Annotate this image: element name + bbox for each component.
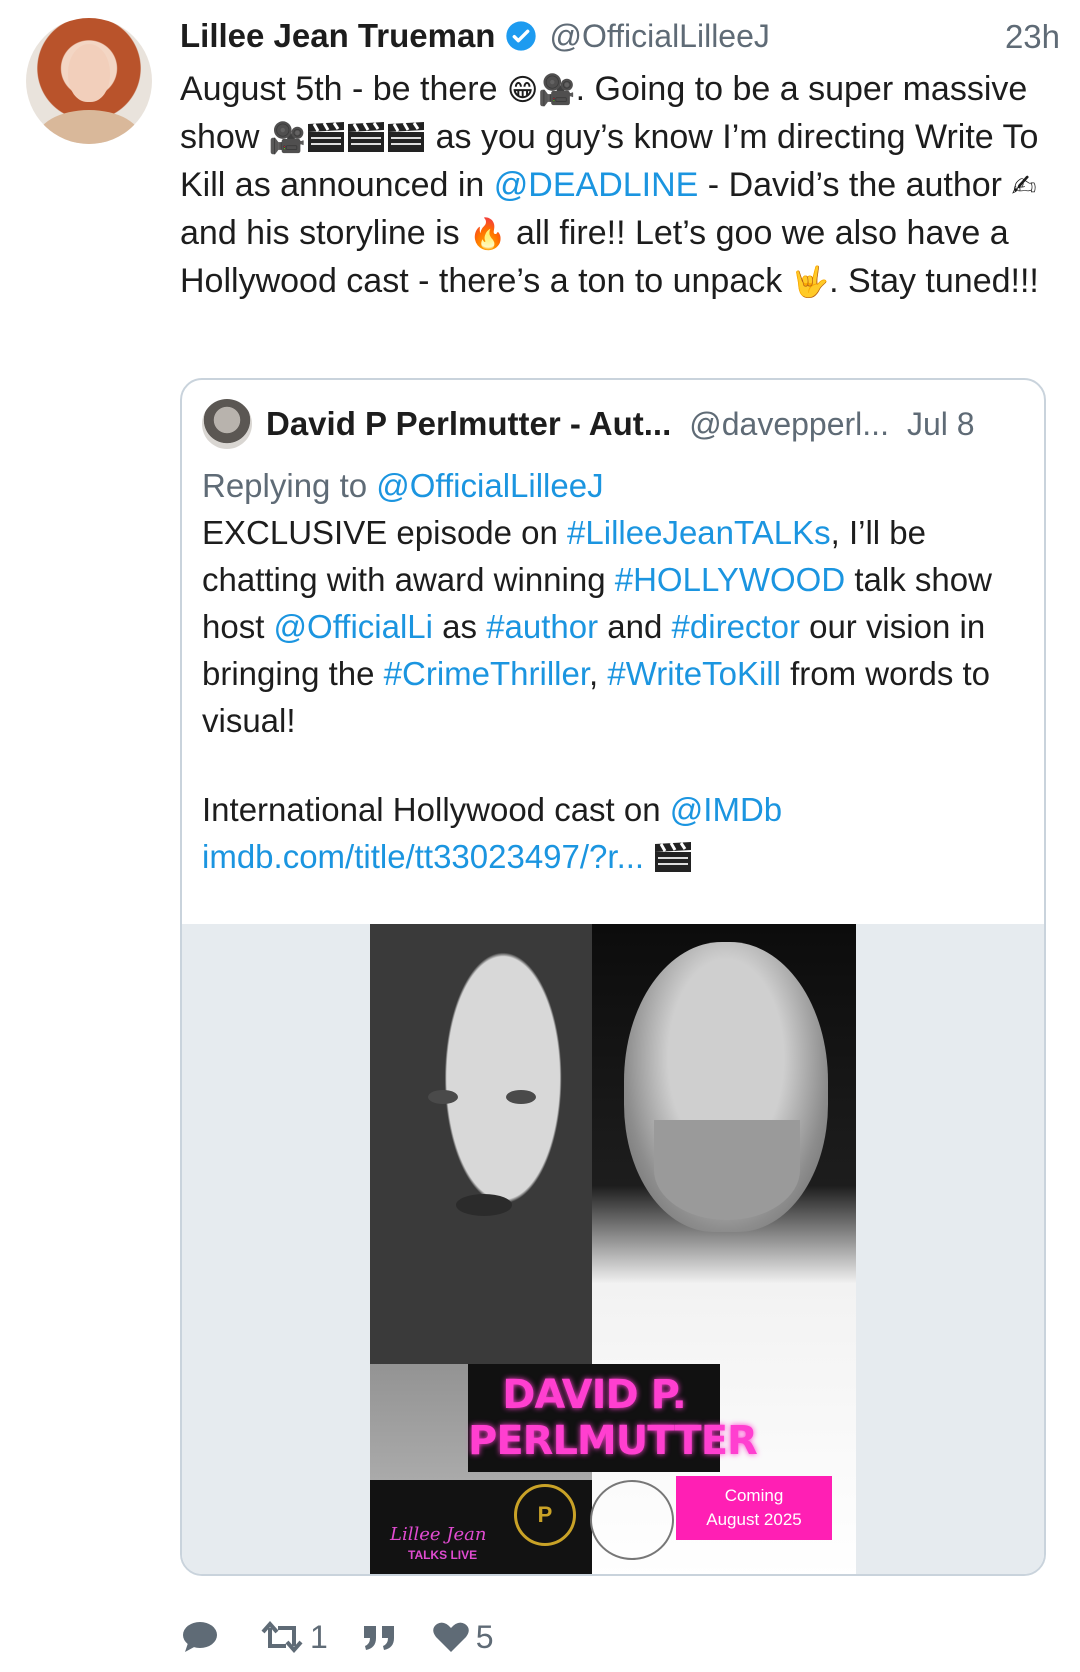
- quoted-author-handle: @davepperl...: [689, 405, 889, 442]
- quoted-tweet-media[interactable]: DAVID P. PERLMUTTER Lillee Jean TALKS LI…: [182, 924, 1044, 1574]
- mention-officialli-link[interactable]: @OfficialLi: [274, 608, 433, 645]
- hashtag-director-link[interactable]: #director: [672, 608, 800, 645]
- quoted-paragraph-2: International Hollywood cast on @IMDb imd…: [202, 786, 1032, 880]
- coming-line-1: Coming: [724, 1486, 784, 1505]
- retweet-icon: [261, 1620, 303, 1654]
- text-segment: and his storyline is: [180, 214, 470, 252]
- show-logo-title: Lillee Jean: [390, 1524, 487, 1545]
- quoted-author-name: David P Perlmutter - Aut...: [266, 405, 672, 442]
- text-segment: and: [598, 608, 672, 645]
- text-segment: ,: [589, 655, 608, 692]
- host-hair: [370, 924, 592, 1364]
- host-lips: [456, 1194, 512, 1216]
- clapper-board-icon: [308, 122, 345, 152]
- reply-prefix: Replying to: [202, 467, 377, 504]
- show-logo-subtitle: TALKS LIVE: [408, 1548, 478, 1562]
- grin-emoji-icon: 😁: [506, 73, 539, 108]
- guest-name-line-1: DAVID P.: [502, 1372, 687, 1418]
- verified-badge-icon: [506, 21, 537, 51]
- guest-name-plate: DAVID P. PERLMUTTER: [468, 1364, 758, 1472]
- imdb-url-link[interactable]: imdb.com/title/tt33023497/?r...: [202, 838, 644, 875]
- heart-icon: [433, 1622, 469, 1652]
- mention-deadline-link[interactable]: @DEADLINE: [494, 166, 699, 204]
- reply-button[interactable]: [180, 1619, 226, 1655]
- tweet-timestamp[interactable]: 23h: [1005, 18, 1060, 56]
- avatar-face: [68, 44, 110, 102]
- writing-hand-emoji-icon: ✍: [1011, 169, 1037, 204]
- hashtag-writetokill-link[interactable]: #WriteToKill: [607, 655, 781, 692]
- host-eye: [506, 1090, 536, 1104]
- text-segment: International Hollywood cast on: [202, 791, 670, 828]
- quote-button[interactable]: [362, 1622, 398, 1652]
- guest-name-line-2: PERLMUTTER: [468, 1418, 758, 1464]
- quoted-tweet-header: David P Perlmutter - Aut... @davepperl..…: [202, 396, 1022, 452]
- hashtag-crimethriller-link[interactable]: #CrimeThriller: [384, 655, 589, 692]
- award-laurel-icon: [590, 1480, 674, 1560]
- author-name[interactable]: Lillee Jean Trueman: [180, 17, 495, 55]
- hashtag-hollywood-link[interactable]: #HOLLYWOOD: [615, 561, 845, 598]
- quoted-tweet-card[interactable]: David P Perlmutter - Aut... @davepperl..…: [180, 378, 1046, 1576]
- clapper-board-icon: [348, 122, 385, 152]
- reply-bubble-icon: [183, 1622, 217, 1652]
- tweet-text: August 5th - be there 😁🎥. Going to be a …: [180, 66, 1040, 306]
- quoted-tweet-text: Replying to @OfficialLilleeJ EXCLUSIVE e…: [202, 462, 1032, 880]
- author-handle[interactable]: @OfficialLilleeJ: [549, 18, 769, 55]
- retweet-count: 1: [310, 1618, 328, 1655]
- guest-beard: [654, 1120, 800, 1220]
- mention-imdb-link[interactable]: @IMDb: [670, 791, 782, 828]
- text-segment: - David’s the author: [698, 166, 1012, 204]
- retweet-button[interactable]: 1: [260, 1619, 328, 1656]
- author-avatar[interactable]: [26, 18, 152, 144]
- avatar-shirt: [36, 110, 142, 144]
- tweet-header: Lillee Jean Trueman @OfficialLilleeJ 23h: [180, 14, 1060, 58]
- award-laurel-icon: P: [514, 1484, 576, 1546]
- movie-camera-emoji-icon: 🎥: [538, 73, 576, 108]
- quoted-tweet-date: Jul 8: [906, 405, 975, 442]
- coming-line-2: August 2025: [706, 1510, 802, 1529]
- hashtag-lilleejeantalks-link[interactable]: #LilleeJeanTALKs: [567, 514, 831, 551]
- clapper-board-icon: [388, 122, 425, 152]
- reply-line: Replying to @OfficialLilleeJ: [202, 462, 1032, 509]
- quoted-paragraph-1: EXCLUSIVE episode on #LilleeJeanTALKs, I…: [202, 509, 1032, 744]
- like-count: 5: [475, 1618, 494, 1655]
- text-segment: . Stay tuned!!!: [829, 262, 1039, 300]
- movie-camera-emoji-icon: 🎥: [268, 121, 307, 156]
- text-segment: August 5th - be there: [180, 70, 507, 108]
- host-portrait: [370, 924, 592, 1574]
- tweet-action-bar: 1 5: [180, 1614, 528, 1660]
- promo-poster-image[interactable]: DAVID P. PERLMUTTER Lillee Jean TALKS LI…: [370, 924, 856, 1574]
- reply-to-mention-link[interactable]: @OfficialLilleeJ: [376, 467, 603, 504]
- text-segment: as: [433, 608, 487, 645]
- quote-marks-icon: [363, 1626, 394, 1650]
- coming-soon-badge: Coming August 2025: [676, 1476, 832, 1540]
- host-eye: [428, 1090, 458, 1104]
- clapper-board-icon: [655, 842, 692, 872]
- rock-hand-emoji-icon: 🤟: [791, 265, 830, 300]
- text-segment: EXCLUSIVE episode on: [202, 514, 568, 551]
- quoted-author-avatar: [202, 399, 252, 449]
- hashtag-author-link[interactable]: #author: [486, 608, 598, 645]
- fire-emoji-icon: 🔥: [469, 217, 507, 252]
- like-button[interactable]: 5: [432, 1619, 494, 1656]
